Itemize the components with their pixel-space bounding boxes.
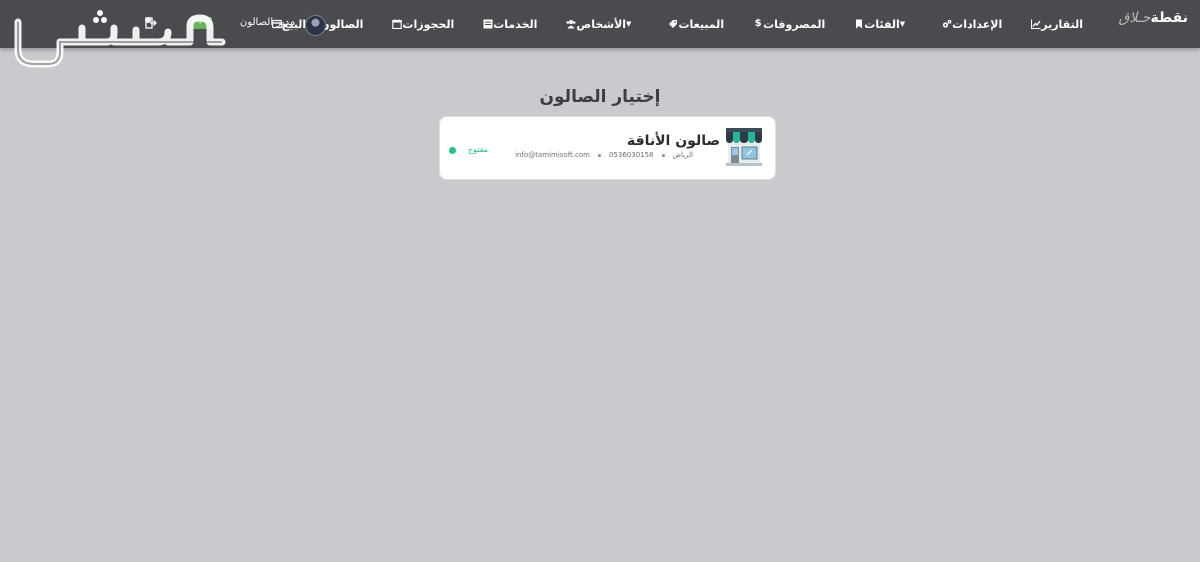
nav-label-sales: المبيعات [678, 17, 725, 31]
salon-email: info@tamimisoft.com [515, 151, 590, 159]
users-icon [566, 20, 576, 29]
nav-label-people: الأشخاص [576, 17, 627, 31]
chart-icon [1031, 19, 1041, 29]
nav-label-expenses: المصروفات [763, 17, 826, 31]
status-dot [449, 147, 456, 154]
brand-bold-text: نقطة [1150, 10, 1188, 26]
nav-label-services: الخدمات [493, 17, 538, 31]
nav-item-reports[interactable]: التقارير [1027, 18, 1083, 31]
mostaql-watermark-icon [14, 10, 226, 68]
user-name[interactable]: مدير الصالون [240, 17, 295, 28]
nav-item-people[interactable]: الأشخاص ▼ [562, 18, 639, 31]
chevron-down-icon: ▼ [899, 20, 906, 28]
status-badge: مفتوح [468, 145, 489, 154]
cogs-icon [943, 19, 952, 28]
nav-label-reports: التقارير [1041, 17, 1083, 31]
nav-item-settings[interactable]: الإعدادات [938, 18, 1002, 31]
nav-item-sales[interactable]: المبيعات [664, 18, 724, 31]
nav-label-bookings: الحجوزات [402, 17, 455, 31]
nav-label-salon: الصالون [320, 17, 364, 31]
avatar[interactable] [305, 15, 326, 36]
dollar-icon: $ [754, 18, 762, 29]
salon-phone: 0536030158 [608, 151, 654, 159]
calendar-icon [392, 19, 403, 29]
salon-card[interactable]: صالون الأناقة الرياض 0536030158 info@tam… [439, 116, 776, 180]
main-menu: البيع الصالون الحجوزات الخدمات الأشخاص ▼… [268, 0, 1108, 48]
nav-label-settings: الإعدادات [952, 17, 1003, 31]
brand-light-text: حـلاق [1118, 10, 1151, 26]
shop-icon [726, 128, 762, 166]
tags-icon [669, 20, 678, 28]
bookmark-icon [856, 19, 863, 29]
list-icon [483, 19, 493, 29]
brand-logo[interactable]: نقطةحـلاق [1119, 10, 1188, 26]
nav-item-expenses[interactable]: $ المصروفات [749, 17, 826, 31]
salon-name: صالون الأناقة [626, 133, 720, 149]
salon-meta: الرياض 0536030158 info@tamimisoft.com [515, 151, 693, 159]
nav-item-services[interactable]: الخدمات [479, 18, 537, 31]
salon-city: الرياض [672, 151, 693, 159]
separator-dot [597, 153, 601, 157]
page-title: إختيار الصالون [539, 87, 661, 107]
nav-label-categories: الفئات [864, 17, 900, 31]
nav-item-bookings[interactable]: الحجوزات [388, 18, 454, 31]
nav-item-categories[interactable]: الفئات ▼ [850, 18, 913, 31]
chevron-down-icon: ▼ [626, 20, 632, 28]
separator-dot [661, 153, 665, 157]
